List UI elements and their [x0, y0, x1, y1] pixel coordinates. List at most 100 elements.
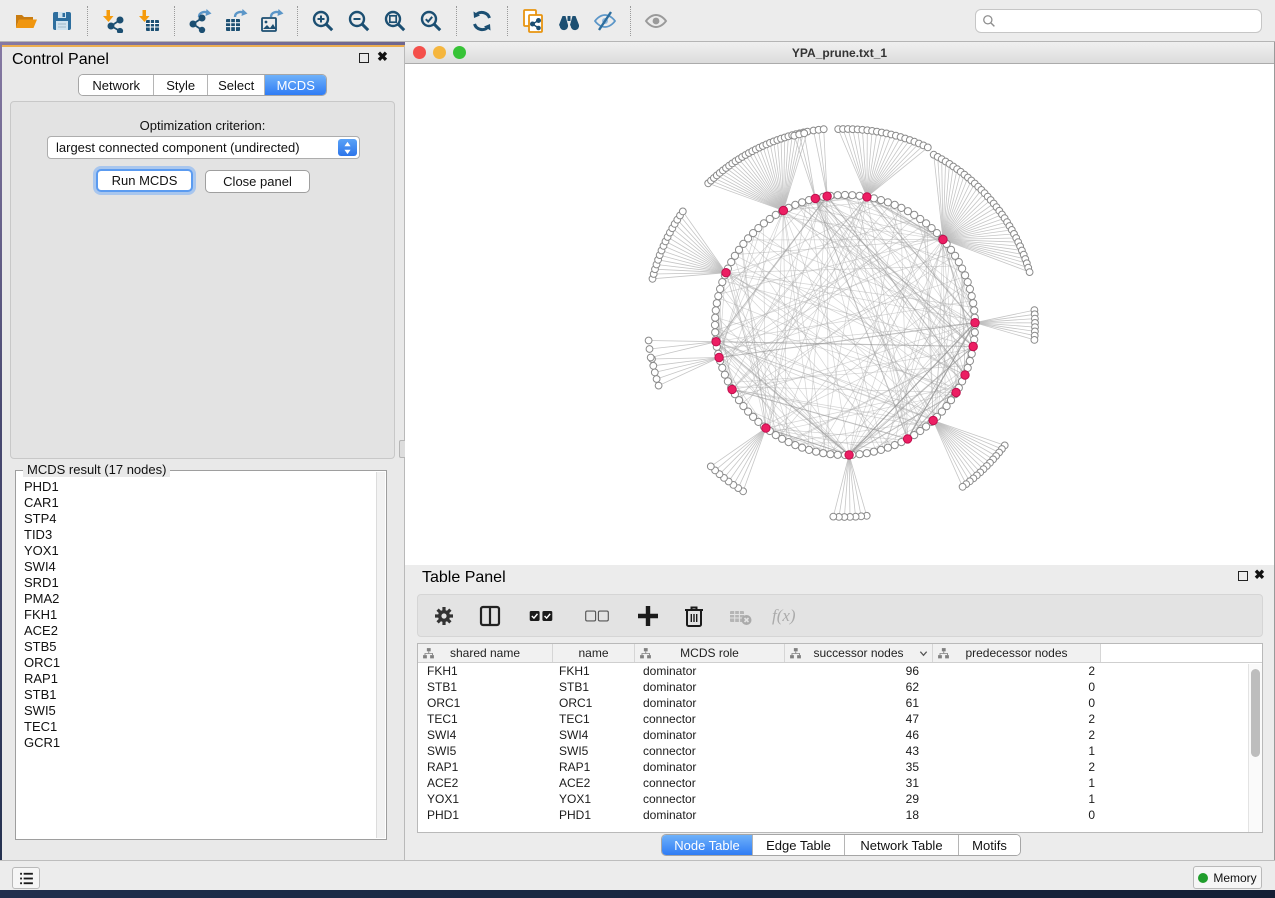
search-box[interactable] — [975, 9, 1262, 33]
table-cell[interactable]: 1 — [933, 775, 1101, 791]
close-table-panel-icon[interactable]: ✖ — [1254, 567, 1265, 583]
search-input[interactable] — [996, 11, 1261, 31]
table-row[interactable]: RAP1RAP1dominator352 — [418, 759, 1262, 775]
zoom-out-icon[interactable] — [341, 4, 377, 38]
tab-edge-table[interactable]: Edge Table — [753, 835, 845, 855]
zoom-selected-icon[interactable] — [413, 4, 449, 38]
export-image-icon[interactable] — [254, 4, 290, 38]
table-cell[interactable]: ORC1 — [553, 695, 635, 711]
mcds-result-item[interactable]: ORC1 — [24, 655, 375, 671]
table-cell[interactable]: YOX1 — [418, 791, 553, 807]
tab-mcds[interactable]: MCDS — [265, 75, 326, 95]
table-cell[interactable]: 31 — [785, 775, 933, 791]
table-cell[interactable]: ORC1 — [418, 695, 553, 711]
table-cell[interactable]: FKH1 — [418, 663, 553, 679]
table-cell[interactable]: 0 — [933, 807, 1101, 823]
run-mcds-button[interactable]: Run MCDS — [96, 169, 193, 192]
table-cell[interactable]: 46 — [785, 727, 933, 743]
clone-network-icon[interactable] — [515, 4, 551, 38]
table-cell[interactable]: 1 — [933, 791, 1101, 807]
column-visibility-icon[interactable] — [476, 599, 504, 633]
table-cell[interactable]: ACE2 — [553, 775, 635, 791]
table-scrollbar[interactable] — [1248, 664, 1262, 832]
mcds-list-scrollbar[interactable] — [376, 472, 385, 838]
table-cell[interactable]: dominator — [635, 807, 785, 823]
table-cell[interactable]: 2 — [933, 711, 1101, 727]
table-cell[interactable]: 0 — [933, 679, 1101, 695]
table-row[interactable]: SWI4SWI4dominator462 — [418, 727, 1262, 743]
table-cell[interactable]: SWI4 — [418, 727, 553, 743]
hide-selected-icon[interactable] — [587, 4, 623, 38]
delete-columns-icon[interactable] — [680, 599, 708, 633]
tab-network-table[interactable]: Network Table — [845, 835, 959, 855]
tab-style[interactable]: Style — [154, 75, 208, 95]
mcds-result-item[interactable]: STB1 — [24, 687, 375, 703]
table-cell[interactable]: PHD1 — [418, 807, 553, 823]
mcds-result-item[interactable]: STP4 — [24, 511, 375, 527]
column-header-name[interactable]: name — [553, 644, 635, 662]
table-scrollbar-thumb[interactable] — [1251, 669, 1260, 757]
tab-node-table[interactable]: Node Table — [662, 835, 753, 855]
minimize-window-icon[interactable] — [433, 46, 446, 59]
close-window-icon[interactable] — [413, 46, 426, 59]
float-panel-icon[interactable] — [359, 53, 369, 63]
tab-network[interactable]: Network — [79, 75, 154, 95]
table-cell[interactable]: SWI5 — [553, 743, 635, 759]
table-cell[interactable]: STB1 — [418, 679, 553, 695]
table-cell[interactable]: SWI4 — [553, 727, 635, 743]
table-cell[interactable]: 2 — [933, 727, 1101, 743]
mcds-result-item[interactable]: TID3 — [24, 527, 375, 543]
save-session-icon[interactable] — [44, 4, 80, 38]
column-header-predecessor-nodes[interactable]: predecessor nodes — [933, 644, 1101, 662]
column-header-mcds-role[interactable]: MCDS role — [635, 644, 785, 662]
table-cell[interactable]: connector — [635, 791, 785, 807]
show-all-icon[interactable] — [638, 4, 674, 38]
import-table-icon[interactable] — [131, 4, 167, 38]
table-row[interactable]: STB1STB1dominator620 — [418, 679, 1262, 695]
table-cell[interactable]: YOX1 — [553, 791, 635, 807]
table-cell[interactable]: dominator — [635, 663, 785, 679]
add-column-icon[interactable] — [634, 599, 662, 633]
first-neighbors-icon[interactable] — [551, 4, 587, 38]
criterion-select[interactable]: largest connected component (undirected) — [47, 136, 360, 159]
table-cell[interactable]: SWI5 — [418, 743, 553, 759]
table-cell[interactable]: connector — [635, 775, 785, 791]
table-cell[interactable]: 2 — [933, 759, 1101, 775]
close-panel-icon[interactable]: ✖ — [377, 49, 388, 65]
mcds-result-item[interactable]: YOX1 — [24, 543, 375, 559]
table-row[interactable]: FKH1FKH1dominator962 — [418, 663, 1262, 679]
table-row[interactable]: YOX1YOX1connector291 — [418, 791, 1262, 807]
mcds-result-item[interactable]: SRD1 — [24, 575, 375, 591]
mcds-result-item[interactable]: STB5 — [24, 639, 375, 655]
table-cell[interactable]: STB1 — [553, 679, 635, 695]
select-all-rows-icon[interactable] — [522, 599, 560, 633]
export-table-icon[interactable] — [218, 4, 254, 38]
network-window-titlebar[interactable]: YPA_prune.txt_1 — [405, 42, 1274, 64]
import-network-icon[interactable] — [95, 4, 131, 38]
float-table-panel-icon[interactable] — [1238, 571, 1248, 581]
table-cell[interactable]: dominator — [635, 695, 785, 711]
zoom-in-icon[interactable] — [305, 4, 341, 38]
table-cell[interactable]: 96 — [785, 663, 933, 679]
mcds-result-item[interactable]: PHD1 — [24, 479, 375, 495]
table-cell[interactable]: PHD1 — [553, 807, 635, 823]
mcds-result-list[interactable]: PHD1CAR1STP4TID3YOX1SWI4SRD1PMA2FKH1ACE2… — [17, 475, 375, 838]
export-network-icon[interactable] — [182, 4, 218, 38]
mcds-result-item[interactable]: GCR1 — [24, 735, 375, 751]
table-cell[interactable]: 18 — [785, 807, 933, 823]
mcds-result-item[interactable]: SWI4 — [24, 559, 375, 575]
table-cell[interactable]: 62 — [785, 679, 933, 695]
table-cell[interactable]: 43 — [785, 743, 933, 759]
maximize-window-icon[interactable] — [453, 46, 466, 59]
table-cell[interactable]: TEC1 — [553, 711, 635, 727]
mcds-result-item[interactable]: ACE2 — [24, 623, 375, 639]
close-panel-button[interactable]: Close panel — [205, 170, 310, 193]
delete-table-icon[interactable] — [726, 599, 754, 633]
tab-motifs[interactable]: Motifs — [959, 835, 1020, 855]
table-cell[interactable]: connector — [635, 743, 785, 759]
zoom-fit-icon[interactable] — [377, 4, 413, 38]
table-cell[interactable]: FKH1 — [553, 663, 635, 679]
table-row[interactable]: TEC1TEC1connector472 — [418, 711, 1262, 727]
table-cell[interactable]: ACE2 — [418, 775, 553, 791]
tab-select[interactable]: Select — [208, 75, 266, 95]
